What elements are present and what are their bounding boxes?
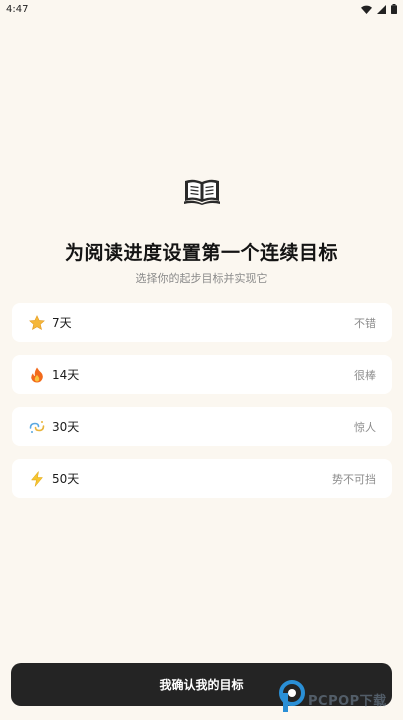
pcpop-logo xyxy=(279,680,305,718)
sparkle-swirl-icon xyxy=(28,418,46,436)
goal-days-label: 50天 xyxy=(52,472,80,486)
open-book-icon xyxy=(183,177,221,205)
signal-icon xyxy=(377,4,386,14)
status-time: 4:47 xyxy=(6,3,29,15)
star-icon xyxy=(28,314,46,332)
goal-option-7-days[interactable]: 7天 不错 xyxy=(12,303,392,342)
goal-tag-label: 惊人 xyxy=(354,420,376,434)
status-icons xyxy=(361,4,397,14)
goal-days-label: 30天 xyxy=(52,420,80,434)
goal-option-14-days[interactable]: 14天 很棒 xyxy=(12,355,392,394)
fire-icon xyxy=(28,366,46,384)
wifi-icon xyxy=(361,5,372,14)
status-bar: 4:47 xyxy=(0,0,403,18)
goal-days-label: 14天 xyxy=(52,368,80,382)
lightning-icon xyxy=(28,470,46,488)
goal-tag-label: 势不可挡 xyxy=(332,472,376,486)
goal-option-50-days[interactable]: 50天 势不可挡 xyxy=(12,459,392,498)
watermark-text: PCPOP下载 xyxy=(308,693,387,709)
page-title: 为阅读进度设置第一个连续目标 xyxy=(64,242,338,264)
goal-days-label: 7天 xyxy=(52,316,72,330)
goal-tag-label: 不错 xyxy=(354,316,376,330)
goal-option-30-days[interactable]: 30天 惊人 xyxy=(12,407,392,446)
goal-tag-label: 很棒 xyxy=(354,368,376,382)
page-subtitle: 选择你的起步目标并实现它 xyxy=(135,272,268,285)
watermark: PCPOP下载 xyxy=(279,680,387,718)
battery-icon xyxy=(391,4,397,14)
